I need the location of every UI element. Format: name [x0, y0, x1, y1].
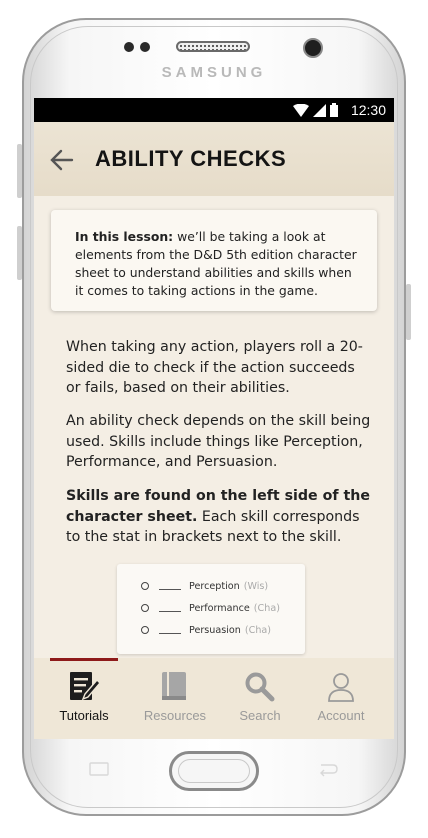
skill-modifier-blank	[159, 582, 181, 590]
skill-name: Persuasion	[189, 624, 241, 636]
skill-proficiency-circle	[141, 604, 149, 612]
paragraph-ability-check: An ability check depends on the skill be…	[66, 413, 371, 470]
skill-stat: (Wis)	[243, 580, 269, 592]
back-arrow-icon	[50, 149, 74, 171]
book-icon	[162, 672, 186, 700]
lesson-summary: In this lesson: we’ll be taking a look a…	[75, 228, 361, 300]
nav-label-tutorials: Tutorials	[59, 708, 109, 723]
power-button	[406, 284, 411, 340]
skill-proficiency-circle	[141, 626, 149, 634]
skill-row-persuasion: Persuasion (Cha)	[141, 622, 271, 638]
nav-label-resources: Resources	[143, 708, 207, 723]
signal-icon	[313, 104, 326, 117]
skill-name: Perception	[189, 580, 240, 592]
bottom-navigation: Tutorials Resources Search Account	[34, 658, 394, 739]
lesson-summary-card: In this lesson: we’ll be taking a look a…	[51, 210, 377, 311]
skill-modifier-blank	[159, 626, 181, 634]
skill-name: Performance	[189, 602, 250, 614]
search-icon	[245, 672, 275, 702]
front-camera	[303, 38, 323, 58]
tutorials-icon	[70, 672, 101, 701]
skill-stat: (Cha)	[244, 624, 272, 636]
skill-row-performance: Performance (Cha)	[141, 600, 280, 616]
skills-sheet-excerpt: Perception (Wis) Performance (Cha) Persu…	[117, 564, 305, 654]
earpiece-speaker	[176, 41, 250, 52]
skill-stat: (Cha)	[253, 602, 280, 614]
nav-label-account: Account	[317, 708, 365, 723]
nav-label-search: Search	[239, 708, 281, 723]
nav-tab-search[interactable]: Search	[215, 658, 305, 739]
app-bar: ABILITY CHECKS	[34, 122, 394, 196]
skill-row-perception: Perception (Wis)	[141, 578, 268, 594]
nav-tab-account[interactable]: Account	[296, 658, 386, 739]
screen: 12:30 ABILITY CHECKS In this lesson: we’…	[34, 98, 394, 739]
lesson-summary-lead: In this lesson:	[75, 229, 174, 244]
wifi-icon	[293, 104, 309, 117]
status-time: 12:30	[350, 102, 386, 118]
volume-down-button	[17, 226, 22, 280]
paragraph-action-roll: When taking any action, players roll a 2…	[66, 339, 363, 396]
back-button[interactable]	[48, 146, 76, 174]
nav-tab-resources[interactable]: Resources	[130, 658, 220, 739]
status-icons	[293, 103, 338, 117]
back-key-icon	[320, 764, 338, 777]
light-sensor	[140, 42, 150, 52]
skill-modifier-blank	[159, 604, 181, 612]
home-button	[169, 751, 259, 791]
volume-up-button	[17, 144, 22, 198]
nav-tab-tutorials[interactable]: Tutorials	[39, 658, 129, 739]
battery-icon	[330, 103, 338, 117]
account-icon	[328, 673, 354, 702]
device-brand: SAMSUNG	[161, 64, 267, 81]
page-title: ABILITY CHECKS	[95, 146, 287, 171]
proximity-sensor	[124, 42, 134, 52]
paragraph-skills-location: Skills are found on the left side of the…	[66, 486, 372, 548]
skill-proficiency-circle	[141, 582, 149, 590]
status-bar: 12:30	[34, 98, 394, 122]
recent-apps-key-icon	[89, 762, 109, 776]
